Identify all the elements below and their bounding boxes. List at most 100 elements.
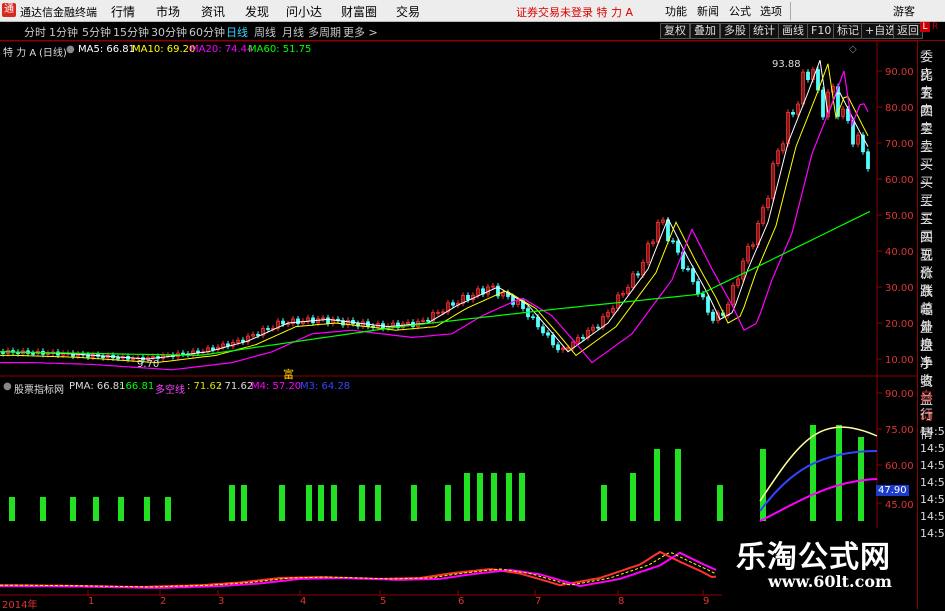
- low-price-label: 9.70: [137, 359, 160, 370]
- candle: [426, 319, 430, 322]
- period-fenshi[interactable]: 分时: [24, 24, 46, 40]
- duokong-value: : 71.62: [187, 381, 223, 392]
- period-tag: (日线): [39, 48, 67, 59]
- ind-y-tick-90: 90.00: [885, 389, 914, 400]
- quote-side-panel: L R 委比 卖五 卖四 卖三 卖二 卖一 买一 买二 买三 买四 买五 现价 …: [917, 22, 945, 609]
- indicator-value-2: : 71.62: [218, 381, 254, 392]
- candle: [211, 347, 215, 351]
- period-30min[interactable]: 30分钟: [151, 24, 187, 40]
- menu-faxian[interactable]: 发现: [245, 3, 269, 20]
- signal-bar: [810, 425, 816, 521]
- candle: [256, 334, 260, 336]
- ma20-line: [0, 70, 869, 371]
- ind-current-value: 47.90: [876, 485, 909, 496]
- menu-caifuquan[interactable]: 财富圈: [341, 3, 377, 20]
- signal-bar: [464, 473, 470, 521]
- period-60min[interactable]: 60分钟: [189, 24, 225, 40]
- menu-separator: [790, 2, 791, 20]
- y-tick-80: 80.00: [885, 103, 914, 114]
- fuquan-button[interactable]: 复权: [660, 23, 690, 39]
- period-monthly[interactable]: 月线: [282, 24, 304, 40]
- f10-button[interactable]: F10: [807, 23, 836, 39]
- x-label-3: 3: [218, 596, 225, 607]
- candle: [581, 336, 585, 339]
- menu-gongshi[interactable]: 公式: [729, 3, 751, 19]
- event-marker[interactable]: 富: [283, 366, 294, 382]
- app-logo-icon: 通: [2, 3, 16, 17]
- period-weekly[interactable]: 周线: [254, 24, 276, 40]
- side-time-5: 14:56: [920, 493, 945, 506]
- y-tick-70: 70.00: [885, 139, 914, 150]
- multi-stock-button[interactable]: 多股: [720, 23, 750, 39]
- signal-bar: [279, 485, 285, 521]
- period-1min[interactable]: 1分钟: [49, 24, 78, 40]
- menu-gongneng[interactable]: 功能: [665, 3, 687, 19]
- menu-shichang[interactable]: 市场: [156, 3, 180, 20]
- period-5min[interactable]: 5分钟: [82, 24, 111, 40]
- signal-bar: [506, 473, 512, 521]
- period-more[interactable]: 更多 >: [343, 24, 378, 40]
- overlay-button[interactable]: 叠加: [690, 23, 720, 39]
- collapse-icon[interactable]: ◇: [849, 44, 857, 55]
- signal-bar: [229, 485, 235, 521]
- y-tick-90: 90.00: [885, 67, 914, 78]
- statistics-button[interactable]: 统计: [749, 23, 779, 39]
- indicator-name: 股票指标网: [14, 385, 64, 396]
- menu-xuanxiang[interactable]: 选项: [760, 3, 782, 19]
- ind-y-tick-75: 75.00: [885, 425, 914, 436]
- signal-bar: [411, 485, 417, 521]
- period-daily[interactable]: 日线: [226, 24, 248, 40]
- side-tab-l[interactable]: L: [920, 22, 930, 32]
- x-label-1: 1: [88, 596, 95, 607]
- menu-hangqing[interactable]: 行情: [111, 3, 135, 20]
- candle: [821, 89, 825, 118]
- candle: [546, 332, 550, 336]
- signal-bar: [318, 485, 324, 521]
- menu-jiaoyi[interactable]: 交易: [396, 3, 420, 20]
- menu-wenxiaoda[interactable]: 问小达: [286, 3, 322, 20]
- x-label-9: 9: [703, 596, 710, 607]
- menu-xinwen[interactable]: 新闻: [697, 3, 719, 19]
- signal-bar: [359, 485, 365, 521]
- kline-chart[interactable]: [0, 41, 917, 596]
- menu-zixun[interactable]: 资讯: [201, 3, 225, 20]
- period-multi[interactable]: 多周期: [308, 24, 341, 40]
- candle: [676, 240, 680, 253]
- ma10-legend: MA10: 69.20: [132, 44, 196, 55]
- back-button[interactable]: 返回: [893, 23, 923, 39]
- y-tick-10: 10.00: [885, 355, 914, 366]
- candle: [296, 318, 300, 324]
- side-tab-r[interactable]: R: [932, 22, 938, 32]
- indicator-dot-icon[interactable]: ●: [3, 381, 12, 392]
- guest-user[interactable]: 游客: [893, 3, 915, 19]
- indicator-m4-line: [0, 551, 717, 589]
- candle: [531, 316, 535, 319]
- mark-button[interactable]: 标记: [833, 23, 863, 39]
- pma-value: : 66.81: [119, 381, 155, 392]
- y-tick-40: 40.00: [885, 247, 914, 258]
- signal-bar: [118, 497, 124, 521]
- m4-legend: M4: 57.20: [251, 381, 302, 392]
- candle: [181, 352, 185, 355]
- period-15min[interactable]: 15分钟: [113, 24, 149, 40]
- signal-bar: [144, 497, 150, 521]
- candle: [266, 328, 270, 330]
- candle: [671, 240, 675, 243]
- ma5-legend: MA5: 66.81: [78, 44, 136, 55]
- candle: [326, 317, 330, 324]
- x-label-4: 4: [300, 596, 307, 607]
- trade-login-notice[interactable]: 证券交易未登录 特 力 A: [516, 4, 633, 20]
- candle: [551, 334, 555, 346]
- settings-dot-icon[interactable]: ●: [66, 44, 75, 55]
- side-time-4: 14:56: [920, 476, 945, 489]
- draw-line-button[interactable]: 画线: [778, 23, 808, 39]
- candle: [791, 112, 795, 115]
- candle: [536, 316, 540, 328]
- candle: [636, 273, 640, 276]
- candle: [451, 302, 455, 306]
- watermark-title: 乐淘公式网: [736, 540, 891, 575]
- stock-title: 特 力 A: [3, 48, 37, 59]
- watermark-url: www.60lt.com: [768, 572, 892, 591]
- candle: [866, 151, 870, 170]
- ind-y-tick-45: 45.00: [885, 500, 914, 511]
